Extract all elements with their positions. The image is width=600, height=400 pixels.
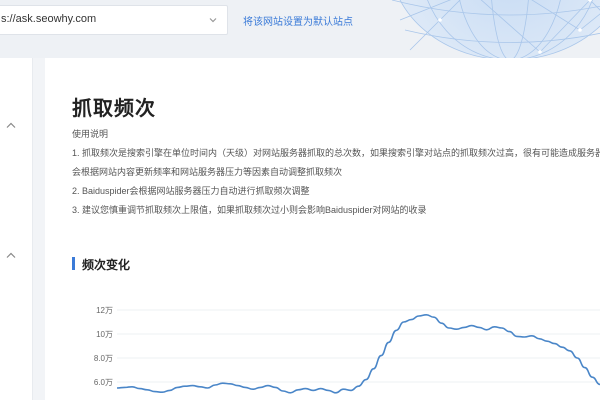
- chevron-down-icon[interactable]: [208, 15, 218, 25]
- usage-line: 1. 抓取频次是搜索引擎在单位时间内（天级）对网站服务器抓取的总次数，如果搜索引…: [72, 148, 600, 158]
- chevron-up-icon[interactable]: [5, 121, 17, 129]
- set-default-site-link[interactable]: 将该网站设置为默认站点: [243, 13, 353, 28]
- globe-decoration-icon: [391, 0, 600, 58]
- section-accent: [72, 257, 75, 270]
- y-tick-label: 6.0万: [94, 378, 113, 387]
- site-select-value: s://ask.seowhy.com: [1, 13, 97, 25]
- chevron-up-icon[interactable]: [5, 251, 17, 259]
- page-title: 抓取频次: [72, 98, 156, 120]
- usage-line: 3. 建议您慎重调节抓取频次上限值，如果抓取频次过小则会影响Baiduspide…: [72, 205, 427, 215]
- usage-heading: 使用说明: [72, 129, 109, 139]
- usage-line: 会根据网站内容更新频率和网站服务器压力等因素自动调整抓取频次: [72, 167, 343, 177]
- y-tick-label: 12万: [96, 306, 113, 315]
- y-tick-label: 8.0万: [94, 354, 113, 363]
- frequency-chart: 12万 10万 8.0万 6.0万: [94, 306, 600, 394]
- sidebar: [0, 58, 33, 400]
- top-bar: s://ask.seowhy.com 将该网站设置为默认站点: [0, 0, 600, 58]
- usage-line: 2. Baiduspider会根据网站服务器压力自动进行抓取频次调整: [72, 186, 310, 196]
- y-tick-label: 10万: [96, 330, 113, 339]
- site-select[interactable]: s://ask.seowhy.com: [0, 5, 228, 35]
- section-title: 频次变化: [82, 258, 131, 272]
